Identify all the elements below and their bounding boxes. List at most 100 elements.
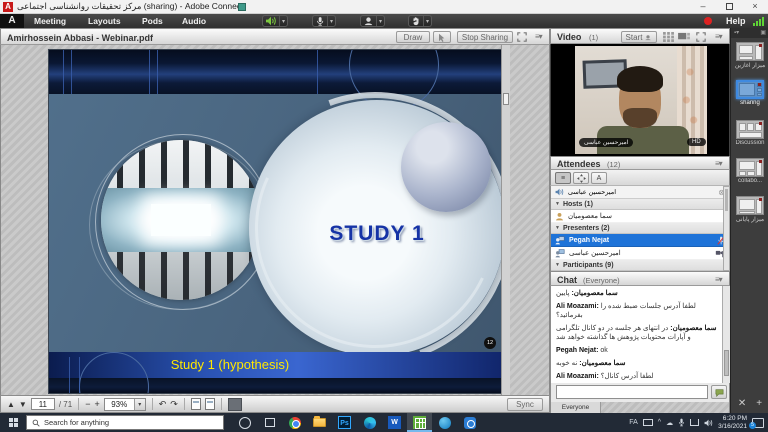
file-explorer-icon[interactable] [307, 413, 332, 432]
share-scrollbar-thumb[interactable] [503, 93, 509, 105]
network-icon[interactable] [690, 419, 699, 426]
presenters-label: Presenters (2) [563, 225, 610, 232]
zoom-dropdown-icon[interactable]: ▾ [134, 399, 145, 410]
stop-sharing-button[interactable]: Stop Sharing [457, 31, 513, 43]
chat-input[interactable] [556, 385, 708, 399]
page-number-input[interactable] [31, 398, 55, 410]
grid-view-icon[interactable] [663, 32, 674, 42]
add-layout-icon[interactable]: + [756, 398, 762, 409]
pointer-button[interactable] [433, 31, 451, 43]
microphone-dropdown[interactable]: ▾ [330, 18, 333, 25]
speaker-dropdown[interactable]: ▾ [282, 18, 285, 25]
delete-layout-icon[interactable]: ✕ [738, 398, 746, 409]
word-icon[interactable]: W [382, 413, 407, 432]
hidden-icons-chevron[interactable]: ^ [658, 419, 661, 426]
onedrive-cloud-icon[interactable]: ☁ [666, 419, 673, 427]
video-name-tag: امیرحسین عباسی [579, 138, 633, 147]
presenters-section-header[interactable]: ▼ Presenters (2) [551, 223, 729, 234]
attendee-breakout-view-icon[interactable] [573, 172, 589, 184]
send-message-button[interactable] [711, 385, 727, 399]
zoom-out-button[interactable]: − [85, 399, 90, 409]
layout-item-discussion[interactable]: Discussion [731, 120, 768, 146]
chat-pod-menu-icon[interactable]: ≡▾ [715, 275, 722, 284]
cortana-icon[interactable] [232, 413, 257, 432]
filmstrip-view-icon[interactable] [678, 32, 690, 42]
attendee-list-view-icon[interactable]: ≡ [555, 172, 571, 184]
video-fullscreen-icon[interactable] [696, 32, 706, 42]
keyboard-icon[interactable] [643, 419, 653, 426]
webcam-button[interactable]: ▾ [360, 15, 385, 27]
chrome-icon[interactable] [282, 413, 307, 432]
hosts-section-header[interactable]: ▼ Hosts (1) [551, 199, 729, 210]
fit-page-icon[interactable] [205, 398, 215, 410]
fullscreen-icon[interactable] [517, 32, 527, 42]
rotate-right-button[interactable]: ↷ [170, 399, 178, 410]
speaker-button[interactable]: ▾ [262, 15, 288, 27]
page-up-button[interactable]: ▲ [7, 400, 15, 409]
volume-icon[interactable] [704, 419, 713, 427]
raise-hand-dropdown[interactable]: ▾ [426, 18, 429, 25]
task-view-icon[interactable] [257, 413, 282, 432]
sync-button[interactable]: Sync [507, 398, 543, 411]
hosts-label: Hosts (1) [563, 201, 593, 208]
attendee-row-presenter-selected[interactable]: Pegah Nejat [551, 234, 729, 247]
menu-layouts[interactable]: Layouts [82, 14, 127, 28]
slide-bottom-band [49, 378, 501, 393]
webcam-dropdown[interactable]: ▾ [379, 18, 382, 25]
raise-hand-button[interactable]: ▾ [408, 15, 432, 27]
microphone-button[interactable]: ▾ [312, 15, 336, 27]
start-button[interactable] [0, 413, 26, 432]
layout-item-sharing[interactable]: sharing [731, 80, 768, 106]
thumbnail-view-icon[interactable] [228, 398, 242, 411]
taskbar-search[interactable]: Search for anything [26, 415, 224, 430]
video-pod-body: امیرحسین عباسی HD [550, 44, 730, 156]
chat-scrollbar[interactable] [722, 286, 730, 383]
skype-icon[interactable] [432, 413, 457, 432]
photoshop-icon[interactable]: Ps [332, 413, 357, 432]
attendees-scrollbar[interactable] [723, 186, 730, 271]
fit-width-icon[interactable] [191, 398, 201, 410]
zoom-in-button[interactable]: + [94, 399, 99, 409]
taskbar-clock[interactable]: 6:20 PM 3/16/2021 [718, 415, 747, 431]
action-center-icon[interactable]: 5 [752, 418, 764, 428]
layout-item-1[interactable]: میزار آغازین [731, 42, 768, 69]
tab-everyone[interactable]: Everyone [551, 402, 601, 413]
chat-scrollbar-thumb[interactable] [724, 350, 729, 376]
edge-icon[interactable] [357, 413, 382, 432]
close-button[interactable]: × [742, 0, 768, 14]
attendee-row-presenter[interactable]: امیرحسین عباسی [551, 247, 729, 260]
attendee-row-host[interactable]: سما معصومیان [551, 210, 729, 223]
attendees-scrollbar-thumb[interactable] [725, 189, 728, 211]
language-indicator[interactable]: FA [629, 419, 638, 426]
participants-section-header[interactable]: ▼ Participants (9) [551, 260, 729, 271]
zoom-level-select[interactable]: 93% ▾ [104, 398, 146, 411]
layouts-pin-icon[interactable]: ▣ [760, 28, 766, 38]
tray-mic-icon[interactable] [678, 418, 685, 427]
start-webcam-button[interactable]: Start [621, 31, 657, 43]
maximize-button[interactable] [716, 0, 742, 14]
layouts-menu-icon[interactable]: ▪▾ [734, 28, 739, 38]
clock-time: 6:20 PM [718, 415, 747, 423]
menu-audio[interactable]: Audio [176, 14, 212, 28]
page-down-button[interactable]: ▼ [19, 400, 27, 409]
chat-message: Ali Moazami: لطفا آدرس کانال؟ [556, 372, 719, 381]
minimize-button[interactable]: – [690, 0, 716, 14]
attendees-pod-menu-icon[interactable]: ≡▾ [715, 159, 722, 168]
video-pod-menu-icon[interactable]: ≡▾ [715, 32, 722, 41]
share-pod-menu-icon[interactable]: ≡▾ [535, 32, 542, 41]
browser-app-icon[interactable] [457, 413, 482, 432]
help-menu[interactable]: Help [726, 16, 746, 26]
attendee-status-view-icon[interactable]: A [591, 172, 607, 184]
layout-item-collaboration[interactable]: collabo... [731, 158, 768, 184]
layout-item-5[interactable]: میزار پایانی [731, 196, 768, 223]
adobe-connect-taskbar-icon[interactable] [407, 413, 432, 432]
window-titlebar: A مرکز تحقیقات روانشناسی اجتماعی (sharin… [0, 0, 768, 14]
share-scrollbar[interactable] [501, 45, 510, 395]
host-icon [555, 212, 564, 221]
menu-pods[interactable]: Pods [136, 14, 169, 28]
slide-heading: STUDY 1 [287, 222, 467, 246]
draw-button[interactable]: Draw [396, 31, 430, 43]
menu-meeting[interactable]: Meeting [28, 14, 72, 28]
rotate-left-button[interactable]: ↶ [159, 399, 167, 410]
video-count: (1) [589, 33, 598, 42]
